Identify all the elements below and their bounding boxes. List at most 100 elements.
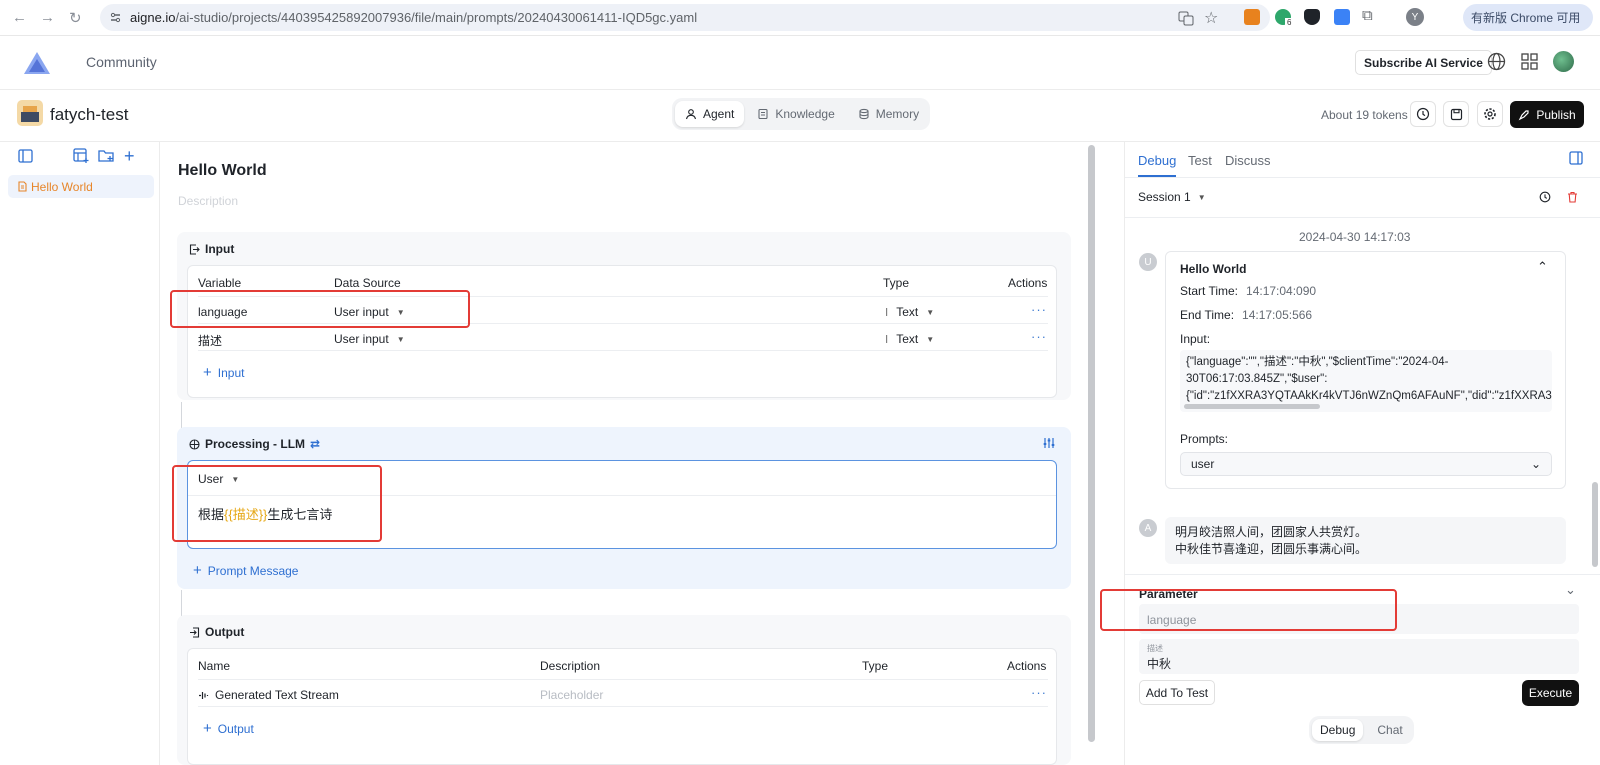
collapse-log-icon[interactable]: ⌃ [1537,259,1548,275]
logo-icon[interactable] [22,50,52,76]
translate-icon[interactable] [1178,10,1194,26]
publish-label: Publish [1536,107,1576,122]
profile-avatar[interactable]: Y [1406,8,1424,26]
chrome-update-button[interactable]: 有新版 Chrome 可用 [1463,4,1593,31]
new-agent-icon[interactable] [73,148,89,164]
agent-title[interactable]: Hello World [178,162,267,180]
sidebar-item-hello-world[interactable]: Hello World [8,175,154,198]
bookmark-star-icon[interactable]: ☆ [1204,8,1218,28]
editor-scrollbar[interactable] [1088,145,1095,742]
type-value: Text [896,332,919,346]
type-select[interactable]: Ⅰ Text ▼ [885,332,934,346]
shield-extension-icon[interactable] [1304,9,1320,25]
session-label: Session 1 [1138,190,1191,204]
output-description-field[interactable]: Placeholder [540,688,603,702]
save-button[interactable] [1443,101,1469,127]
globe-icon[interactable] [1487,52,1506,71]
subscribe-ai-service-button[interactable]: Subscribe AI Service [1355,50,1492,75]
history-button[interactable] [1410,101,1436,127]
image-extension-icon[interactable] [1334,9,1350,25]
type-select[interactable]: Ⅰ Text ▼ [885,305,934,319]
row-actions-button[interactable]: ··· [1031,685,1047,700]
add-input-button[interactable]: + Input [203,364,244,381]
mode-tabs: Agent Knowledge Memory [672,98,930,130]
tab-discuss[interactable]: Discuss [1225,153,1271,168]
tab-test[interactable]: Test [1188,153,1212,168]
param-description-field[interactable]: 描述 中秋 [1139,639,1579,674]
add-icon[interactable]: + [124,146,135,167]
project-header: fatych-test Agent Knowledge Memory About… [0,90,1600,142]
chevron-down-icon[interactable]: ⌄ [1565,582,1576,598]
add-to-test-button[interactable]: Add To Test [1139,680,1215,705]
settings-button[interactable] [1477,101,1503,127]
switch-debug-label: Debug [1320,723,1356,737]
execute-label: Execute [1528,686,1573,700]
input-title-label: Input [205,242,235,256]
highlight-box [1100,589,1397,631]
forward-arrow-icon[interactable]: → [40,9,55,26]
input-json-viewer[interactable]: {"language":"","描述":"中秋","$clientTime":"… [1180,350,1552,412]
prompts-select[interactable]: user ⌄ [1180,452,1552,476]
row-actions-button[interactable]: ··· [1031,329,1047,344]
description-field[interactable]: Description [178,194,238,208]
session-select[interactable]: Session 1 ▼ [1138,190,1206,204]
input-icon [189,243,200,255]
site-settings-icon[interactable] [109,11,122,24]
data-source-select[interactable]: User input ▼ [334,332,405,346]
swap-icon[interactable]: ⇄ [310,437,320,451]
url-text: aigne.io/ai-studio/projects/440395425892… [130,10,697,25]
gear-icon [1484,108,1496,120]
new-folder-icon[interactable] [98,148,115,164]
plus-icon: + [193,562,202,579]
json-line: {"id":"z1fXXRA3YQTAAkKr4kVTJ6nWZnQm6AFAu… [1186,390,1552,402]
prompts-label: Prompts: [1180,432,1229,446]
caret-down-icon: ▼ [396,334,405,344]
collapse-panel-icon[interactable] [1569,151,1583,165]
metamask-extension-icon[interactable] [1244,9,1260,25]
project-avatar-icon [17,100,43,126]
knowledge-icon [758,108,768,120]
browser-toolbar: ← → ↻ aigne.io/ai-studio/projects/440395… [0,0,1600,36]
switch-chat[interactable]: Chat [1369,719,1410,741]
tab-debug[interactable]: Debug [1138,153,1176,168]
user-avatar[interactable] [1553,51,1574,72]
url-path: /ai-studio/projects/440395425892007936/f… [175,10,698,25]
divider [198,706,1048,707]
sidebar-item-label: Hello World [31,179,93,194]
publish-button[interactable]: Publish [1510,101,1584,128]
add-output-button[interactable]: + Output [203,720,254,737]
caret-down-icon: ▼ [1197,192,1206,202]
address-bar[interactable]: aigne.io/ai-studio/projects/440395425892… [100,4,1270,31]
reload-icon[interactable]: ↻ [69,9,82,27]
delete-session-icon[interactable] [1567,191,1578,203]
execute-button[interactable]: Execute [1522,680,1579,706]
json-line: {"language":"","描述":"中秋","$clientTime":"… [1186,356,1449,368]
end-time: End Time: 14:17:05:566 [1180,308,1312,322]
llm-settings-icon[interactable] [1043,437,1055,449]
back-arrow-icon[interactable]: ← [12,9,27,26]
start-time-value: 14:17:04:090 [1246,284,1317,298]
session-history-icon[interactable] [1539,191,1551,203]
data-source-value: User input [334,332,389,346]
log-scrollbar[interactable] [1592,482,1598,567]
highlight-box [170,290,470,328]
processing-title-label: Processing - LLM [205,437,306,451]
variable-name-description[interactable]: 描述 [198,332,222,349]
toggle-sidebar-icon[interactable] [18,149,33,163]
tab-knowledge[interactable]: Knowledge [747,101,844,127]
apps-grid-icon[interactable] [1521,53,1538,70]
output-section: Output Name Description Type Actions Gen… [177,615,1071,765]
plus-icon: + [203,364,212,381]
save-icon [1450,108,1462,120]
row-actions-button[interactable]: ··· [1031,302,1047,317]
community-link[interactable]: Community [86,54,157,70]
puzzle-extensions-icon[interactable]: ⧉ [1362,7,1373,24]
json-scrollbar[interactable] [1184,404,1320,409]
output-title-label: Output [205,625,245,639]
tab-agent[interactable]: Agent [675,101,745,127]
add-prompt-message-button[interactable]: + Prompt Message [193,562,298,579]
tab-memory[interactable]: Memory [848,101,929,127]
switch-debug[interactable]: Debug [1312,719,1364,741]
highlight-box [172,465,382,542]
divider [198,350,1048,351]
